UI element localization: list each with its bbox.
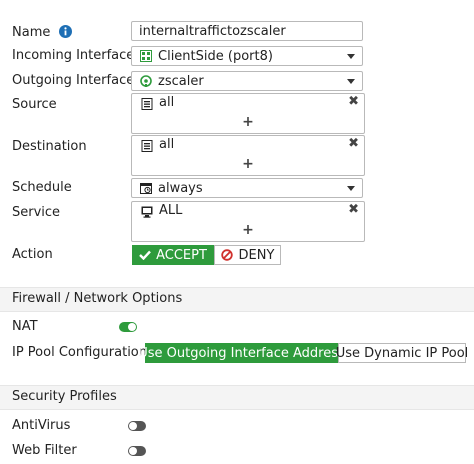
deny-button[interactable]: DENY <box>214 245 281 265</box>
port-icon <box>140 50 152 62</box>
name-input-value: internaltraffictozscaler <box>139 24 286 39</box>
checkmark-icon <box>139 250 151 260</box>
outgoing-interface-select[interactable]: zscaler <box>131 71 363 91</box>
nat-toggle[interactable] <box>119 322 137 332</box>
add-icon[interactable]: + <box>132 222 364 238</box>
schedule-select[interactable]: always <box>131 178 363 198</box>
service-entry: ALL <box>159 203 183 218</box>
toggle-knob <box>129 422 137 430</box>
service-field[interactable]: ALL ✖ + <box>131 201 365 242</box>
source-entry: all <box>159 95 175 110</box>
chevron-down-icon <box>347 54 355 59</box>
accept-button-label: ACCEPT <box>156 247 207 263</box>
incoming-interface-label: Incoming Interface <box>12 48 135 63</box>
schedule-value: always <box>158 181 203 196</box>
firewall-network-options-header: Firewall / Network Options <box>0 287 474 312</box>
outgoing-interface-value: zscaler <box>158 74 204 89</box>
destination-label: Destination <box>12 139 87 154</box>
remove-icon[interactable]: ✖ <box>348 94 359 109</box>
address-icon <box>141 98 153 110</box>
remove-icon[interactable]: ✖ <box>348 202 359 217</box>
tunnel-icon <box>140 75 152 87</box>
web-filter-label: Web Filter <box>12 443 77 458</box>
ip-pool-label: IP Pool Configuration <box>12 345 147 360</box>
option-label: Use Outgoing Interface Address <box>138 345 345 361</box>
service-label: Service <box>12 205 61 220</box>
antivirus-toggle[interactable] <box>128 421 146 431</box>
incoming-interface-value: ClientSide (port8) <box>158 49 273 64</box>
name-label: Name <box>12 23 72 40</box>
chevron-down-icon <box>347 186 355 191</box>
schedule-label: Schedule <box>12 180 72 195</box>
destination-field[interactable]: all ✖ + <box>131 135 365 176</box>
address-icon <box>141 140 153 152</box>
service-icon <box>141 206 153 218</box>
chevron-down-icon <box>347 79 355 84</box>
calendar-icon <box>140 183 152 194</box>
source-label: Source <box>12 97 57 112</box>
remove-icon[interactable]: ✖ <box>348 136 359 151</box>
accept-button[interactable]: ACCEPT <box>132 245 214 265</box>
name-input[interactable]: internaltraffictozscaler <box>131 21 363 41</box>
outgoing-interface-label: Outgoing Interface <box>12 73 135 88</box>
action-label: Action <box>12 247 53 262</box>
add-icon[interactable]: + <box>132 114 364 130</box>
deny-button-label: DENY <box>238 247 275 263</box>
incoming-interface-select[interactable]: ClientSide (port8) <box>131 46 363 66</box>
use-outgoing-interface-address-option[interactable]: Use Outgoing Interface Address <box>138 343 345 363</box>
section-title: Security Profiles <box>12 389 117 404</box>
source-field[interactable]: all ✖ + <box>131 93 365 134</box>
info-icon[interactable] <box>58 25 72 38</box>
destination-entry: all <box>159 137 175 152</box>
add-icon[interactable]: + <box>132 156 364 172</box>
security-profiles-header: Security Profiles <box>0 385 474 410</box>
deny-icon <box>220 249 233 261</box>
toggle-knob <box>128 323 136 331</box>
antivirus-label: AntiVirus <box>12 418 71 433</box>
option-label: Use Dynamic IP Pool <box>335 345 469 361</box>
web-filter-toggle[interactable] <box>128 446 146 456</box>
toggle-knob <box>129 447 137 455</box>
use-dynamic-ip-pool-option[interactable]: Use Dynamic IP Pool <box>335 343 469 363</box>
nat-label: NAT <box>12 319 38 334</box>
section-title: Firewall / Network Options <box>12 291 183 306</box>
